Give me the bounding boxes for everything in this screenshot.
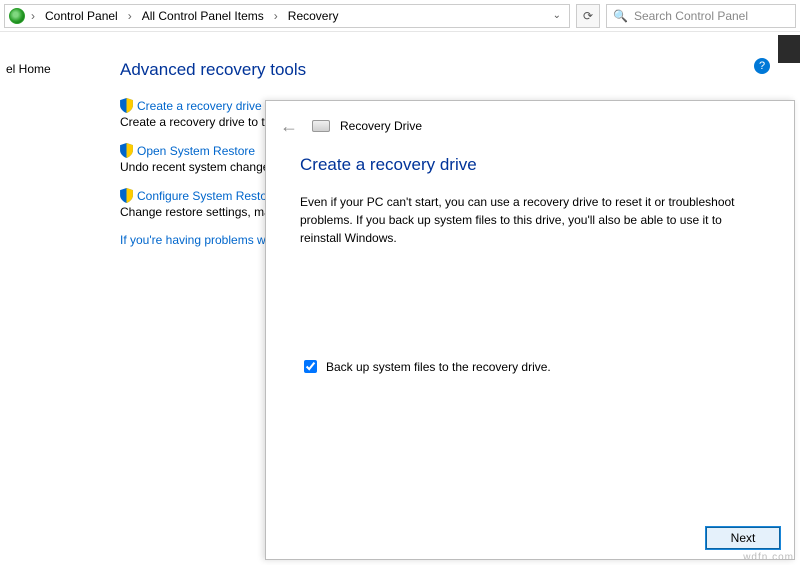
section-title: Advanced recovery tools xyxy=(120,60,620,80)
background-overlay xyxy=(778,35,800,63)
control-panel-home-link[interactable]: el Home xyxy=(6,62,51,76)
breadcrumb-current[interactable]: Recovery xyxy=(284,7,343,25)
tool-link-label: Create a recovery drive xyxy=(137,99,262,113)
shield-icon xyxy=(120,143,133,158)
backup-checkbox-label: Back up system files to the recovery dri… xyxy=(326,360,551,374)
backup-checkbox[interactable] xyxy=(304,360,317,373)
breadcrumb-mid[interactable]: All Control Panel Items xyxy=(138,7,268,25)
wizard-header-title: Recovery Drive xyxy=(340,119,422,133)
wizard-title: Create a recovery drive xyxy=(300,155,760,175)
refresh-icon: ⟳ xyxy=(583,9,593,23)
wizard-body: Create a recovery drive Even if your PC … xyxy=(266,141,794,517)
search-input[interactable]: 🔍 Search Control Panel xyxy=(606,4,796,28)
breadcrumb[interactable]: › Control Panel › All Control Panel Item… xyxy=(4,4,570,28)
search-icon: 🔍 xyxy=(613,9,628,23)
tool-link-label: Open System Restore xyxy=(137,144,255,158)
help-icon: ? xyxy=(759,60,765,72)
backup-checkbox-row[interactable]: Back up system files to the recovery dri… xyxy=(300,357,760,376)
control-panel-icon xyxy=(9,8,25,24)
watermark: wdfn.com xyxy=(743,552,794,563)
refresh-button[interactable]: ⟳ xyxy=(576,4,600,28)
shield-icon xyxy=(120,188,133,203)
wizard-footer: Next xyxy=(266,517,794,559)
search-placeholder: Search Control Panel xyxy=(634,9,748,23)
sidebar: el Home xyxy=(0,50,90,88)
wizard-header: ← Recovery Drive xyxy=(266,101,794,141)
drive-icon xyxy=(312,120,330,132)
next-button-label: Next xyxy=(731,531,756,545)
next-button[interactable]: Next xyxy=(706,527,780,549)
shield-icon xyxy=(120,98,133,113)
chevron-right-icon: › xyxy=(272,9,280,23)
breadcrumb-root[interactable]: Control Panel xyxy=(41,7,122,25)
address-bar: › Control Panel › All Control Panel Item… xyxy=(0,0,800,32)
back-button[interactable]: ← xyxy=(276,115,302,137)
chevron-right-icon: › xyxy=(29,9,37,23)
wizard-description: Even if your PC can't start, you can use… xyxy=(300,193,760,247)
tool-link-label: Configure System Restore xyxy=(137,189,278,203)
breadcrumb-dropdown-icon[interactable]: ⌄ xyxy=(549,10,565,21)
recovery-drive-wizard: ← Recovery Drive Create a recovery drive… xyxy=(265,100,795,560)
help-button[interactable]: ? xyxy=(754,58,770,74)
chevron-right-icon: › xyxy=(126,9,134,23)
